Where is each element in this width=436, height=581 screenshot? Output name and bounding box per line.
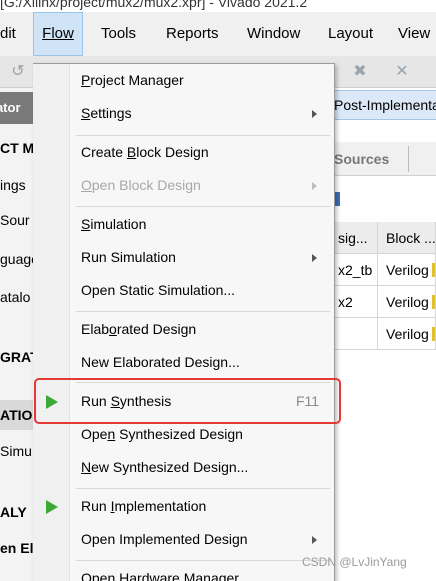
verilog-marker	[432, 327, 435, 341]
annotation-highlight-box	[34, 378, 341, 424]
menu-tools[interactable]: Tools	[99, 12, 138, 56]
nav-ip-integrator-section[interactable]: GRAT	[0, 349, 34, 365]
probe-icon[interactable]: ✕	[392, 62, 412, 82]
menu-separator	[76, 560, 330, 561]
table-cell-type[interactable]: Verilog	[378, 254, 436, 286]
column-header-block[interactable]: Block ...	[378, 222, 436, 254]
title-bar: [G:/Xilinx/project/mux2/mux2.xpr] - Viva…	[0, 0, 436, 12]
menu-edit[interactable]: dit	[0, 12, 18, 56]
menu-flow-label: Flow	[42, 25, 74, 42]
menu-item-open-hardware-manager[interactable]: Open Hardware Manager	[81, 562, 239, 581]
menu-view[interactable]: View	[396, 12, 432, 56]
nav-open-elaborated-design[interactable]: en El	[0, 540, 34, 556]
menu-item-settings[interactable]: Settings	[81, 97, 132, 130]
menu-separator	[76, 311, 330, 312]
nav-simulation-section[interactable]: ATIO	[0, 407, 34, 423]
wrench-icon[interactable]: ↺	[8, 62, 28, 82]
nav-run-simulation[interactable]: Simu	[0, 443, 34, 459]
nav-rtl-analysis-section[interactable]: ALY	[0, 504, 34, 520]
play-icon	[46, 500, 58, 514]
table-cell-name[interactable]: x2	[334, 286, 378, 318]
menu-item-simulation[interactable]: Simulation	[81, 208, 146, 241]
nav-ip-catalog[interactable]: atalo	[0, 289, 34, 305]
table-cell-name[interactable]: x2_tb	[334, 254, 378, 286]
menu-flow[interactable]: Flow	[33, 12, 83, 56]
nav-project-manager-section[interactable]: CT M	[0, 140, 34, 156]
menu-separator	[76, 488, 330, 489]
menu-item-new-synthesized-design[interactable]: New Synthesized Design...	[81, 451, 248, 484]
menu-item-elaborated-design[interactable]: Elaborated Design	[81, 313, 196, 346]
tab-divider	[408, 146, 409, 172]
menu-item-project-manager[interactable]: Project Manager	[81, 64, 184, 97]
table-cell-name[interactable]	[334, 318, 378, 350]
nav-add-sources[interactable]: Sour	[0, 212, 34, 228]
menu-item-open-implemented-design[interactable]: Open Implemented Design	[81, 523, 248, 556]
menu-item-open-block-design: Open Block Design	[81, 177, 201, 193]
sources-toolbar	[334, 186, 436, 214]
menu-item-new-elaborated-design[interactable]: New Elaborated Design...	[81, 346, 240, 379]
column-header-design-sources[interactable]: sig...	[334, 222, 378, 254]
nav-settings[interactable]: ings	[0, 177, 34, 193]
tab-sources[interactable]: Sources	[334, 142, 408, 176]
flow-navigator-header: gator	[0, 92, 34, 124]
verilog-marker	[432, 263, 435, 277]
menu-item-open-static-simulation[interactable]: Open Static Simulation...	[81, 274, 235, 307]
menu-layout[interactable]: Layout	[326, 12, 375, 56]
verilog-marker	[432, 295, 435, 309]
menu-reports[interactable]: Reports	[164, 12, 221, 56]
submenu-arrow-icon	[312, 536, 317, 544]
table-cell-type[interactable]: Verilog	[378, 318, 436, 350]
debug-icon[interactable]: ✖	[350, 62, 370, 82]
table-cell-type[interactable]: Verilog	[378, 286, 436, 318]
menu-window[interactable]: Window	[245, 12, 302, 56]
menu-item-run-implementation[interactable]: Run Implementation	[81, 490, 206, 523]
watermark: CSDN @LvJinYang	[302, 555, 407, 569]
submenu-arrow-icon	[312, 254, 317, 262]
status-banner[interactable]: Post-Implementation	[334, 90, 436, 120]
nav-language-templates[interactable]: guage	[0, 251, 34, 267]
menu-item-run-simulation[interactable]: Run Simulation	[81, 241, 176, 274]
menu-separator	[76, 206, 330, 207]
submenu-arrow-icon	[312, 182, 317, 190]
submenu-arrow-icon	[312, 110, 317, 118]
window-title: [G:/Xilinx/project/mux2/mux2.xpr] - Viva…	[0, 0, 308, 10]
menu-bar: dit Flow Tools Reports Window Layout Vie…	[0, 12, 436, 56]
menu-item-create-block-design[interactable]: Create Block Design	[81, 136, 209, 169]
